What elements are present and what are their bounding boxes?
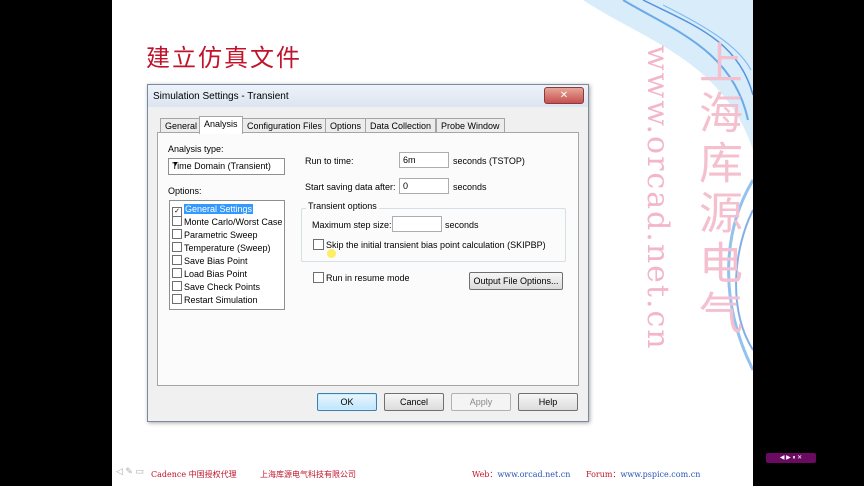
- transient-options-label: Transient options: [306, 201, 379, 211]
- watermark-company: 上海库源电气: [691, 40, 742, 340]
- run-to-time-unit: seconds (TSTOP): [453, 156, 525, 166]
- option-monte-carlo[interactable]: Monte Carlo/Worst Case: [172, 216, 282, 228]
- option-save-check-points[interactable]: Save Check Points: [172, 281, 260, 293]
- tab-options[interactable]: Options: [325, 118, 367, 133]
- max-step-unit: seconds: [445, 220, 479, 230]
- resume-mode-checkbox[interactable]: [313, 272, 324, 283]
- options-list: ✓ General Settings Monte Carlo/Worst Case…: [169, 200, 285, 310]
- start-saving-label: Start saving data after:: [305, 182, 396, 192]
- option-parametric-sweep[interactable]: Parametric Sweep: [172, 229, 258, 241]
- option-temperature-sweep[interactable]: Temperature (Sweep): [172, 242, 271, 254]
- player-controls[interactable]: ◀ ▶ ⏸ ✕: [766, 453, 816, 463]
- output-file-options-button[interactable]: Output File Options...: [469, 272, 563, 290]
- start-saving-unit: seconds: [453, 182, 487, 192]
- analysis-type-dropdown[interactable]: Time Domain (Transient) ▼: [168, 158, 285, 175]
- tab-analysis[interactable]: Analysis: [199, 116, 243, 134]
- tab-probe-window[interactable]: Probe Window: [436, 118, 505, 133]
- slide-nav-icons[interactable]: ◁ ✎ ▭: [116, 466, 144, 477]
- footer-company: 上海库源电气科技有限公司: [260, 470, 356, 479]
- apply-button[interactable]: Apply: [451, 393, 511, 411]
- checkbox-icon[interactable]: [172, 281, 182, 291]
- options-label: Options:: [168, 186, 202, 196]
- slide-title: 建立仿真文件: [146, 44, 302, 72]
- checkbox-icon[interactable]: [172, 268, 182, 278]
- run-to-time-label: Run to time:: [305, 156, 354, 166]
- resume-mode-label: Run in resume mode: [326, 273, 410, 283]
- dialog-title: Simulation Settings - Transient: [153, 91, 289, 102]
- chevron-down-icon: ▼: [172, 161, 179, 168]
- footer-forum: Forum：www.pspice.com.cn: [586, 469, 700, 480]
- max-step-input[interactable]: [392, 216, 442, 232]
- option-load-bias-point[interactable]: Load Bias Point: [172, 268, 247, 280]
- start-saving-input[interactable]: 0: [399, 178, 449, 194]
- checkbox-icon[interactable]: [172, 294, 182, 304]
- checkbox-icon[interactable]: [172, 242, 182, 252]
- run-to-time-input[interactable]: 6m: [399, 152, 449, 168]
- footer-web: Web：www.orcad.net.cn: [472, 469, 570, 480]
- footer-web-url[interactable]: www.orcad.net.cn: [497, 470, 570, 479]
- option-save-bias-point[interactable]: Save Bias Point: [172, 255, 248, 267]
- checkbox-icon[interactable]: [172, 255, 182, 265]
- checkbox-icon[interactable]: [172, 229, 182, 239]
- footer-forum-url[interactable]: www.pspice.com.cn: [621, 470, 701, 479]
- cancel-button[interactable]: Cancel: [384, 393, 444, 411]
- footer-agent: Cadence 中国授权代理: [151, 470, 237, 479]
- checkbox-icon[interactable]: [172, 216, 182, 226]
- simulation-settings-dialog: Simulation Settings - Transient ✕ Genera…: [147, 84, 589, 422]
- max-step-label: Maximum step size:: [312, 220, 392, 230]
- ok-button[interactable]: OK: [317, 393, 377, 411]
- option-restart-simulation[interactable]: Restart Simulation: [172, 294, 258, 306]
- watermark-url: www.orcad.net.cn: [640, 45, 675, 351]
- footer-web-label: Web：: [472, 470, 498, 479]
- tab-data-collection[interactable]: Data Collection: [365, 118, 437, 133]
- tab-configuration-files[interactable]: Configuration Files: [242, 118, 328, 133]
- dialog-titlebar[interactable]: Simulation Settings - Transient ✕: [148, 85, 588, 107]
- skip-bias-checkbox[interactable]: [313, 239, 324, 250]
- skip-bias-label: Skip the initial transient bias point ca…: [326, 240, 546, 250]
- close-icon[interactable]: ✕: [544, 87, 584, 104]
- option-general-settings[interactable]: ✓ General Settings: [172, 203, 254, 217]
- footer-forum-label: Forum：: [586, 470, 621, 479]
- tab-general[interactable]: General: [160, 118, 203, 133]
- analysis-type-label: Analysis type:: [168, 144, 224, 154]
- help-button[interactable]: Help: [518, 393, 578, 411]
